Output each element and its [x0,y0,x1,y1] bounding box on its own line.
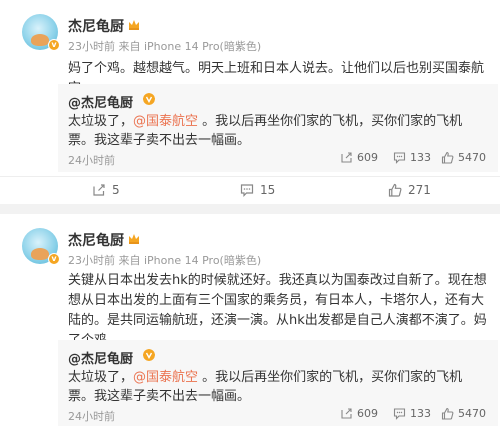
weibo-post-1: v 杰尼龟厨 23小时前 来自 iPhone 14 Pro(暗紫色) 妈了个鸡。… [0,0,500,204]
quoted-share-button[interactable]: 609 [340,407,378,420]
divider [0,176,500,177]
weibo-post-2: v 杰尼龟厨 23小时前 来自 iPhone 14 Pro(暗紫色) 关键从日本… [0,214,500,429]
quoted-author[interactable]: @杰尼龟厨 [68,348,133,367]
crown-icon [129,234,139,244]
thumb-up-icon [441,151,454,164]
crown-icon [129,20,139,30]
quoted-comment-button[interactable]: 133 [393,407,431,420]
quoted-like-button[interactable]: 5470 [441,407,486,420]
quoted-time: 24小时前 [68,154,115,167]
comment-icon [393,408,406,420]
post-meta: 23小时前 来自 iPhone 14 Pro(暗紫色) [68,40,262,53]
share-icon [341,408,352,419]
quoted-comment-button[interactable]: 133 [393,151,431,164]
author-name[interactable]: 杰尼龟厨 [68,16,124,36]
quoted-post[interactable]: @杰尼龟厨 太垃圾了，@国泰航空 。我以后再坐你们家的飞机，买你们家的飞机票。我… [58,340,498,426]
quoted-author[interactable]: @杰尼龟厨 [68,92,133,111]
quoted-share-button[interactable]: 609 [340,151,378,164]
quoted-text: 太垃圾了，@国泰航空 。我以后再坐你们家的飞机，买你们家的飞机票。我这辈子卖不出… [68,370,463,404]
author-name[interactable]: 杰尼龟厨 [68,230,124,250]
verified-badge-icon: v [48,253,60,265]
quoted-time: 24小时前 [68,410,115,423]
verified-badge-icon: v [48,39,60,51]
mention-link[interactable]: @国泰航空 [133,114,198,129]
comment-icon [240,184,254,197]
share-icon [93,184,105,196]
comment-button[interactable]: 15 [240,183,275,197]
like-button[interactable]: 271 [388,183,431,197]
post-meta: 23小时前 来自 iPhone 14 Pro(暗紫色) [68,254,262,267]
mention-link[interactable]: @国泰航空 [133,370,198,385]
quoted-text: 太垃圾了，@国泰航空 。我以后再坐你们家的飞机，买你们家的飞机票。我这辈子卖不出… [68,114,463,148]
share-icon [341,152,352,163]
verified-badge-icon [143,93,155,105]
comment-icon [393,152,406,164]
post-text: 关键从日本出发去hk的时候就还好。我还真以为国泰改过自新了。现在想想从日本出发的… [68,273,487,348]
thumb-up-icon [441,407,454,420]
verified-badge-icon [143,349,155,361]
thumb-up-icon [388,183,402,197]
share-button[interactable]: 5 [92,183,120,197]
quoted-like-button[interactable]: 5470 [441,151,486,164]
quoted-post[interactable]: @杰尼龟厨 太垃圾了，@国泰航空 。我以后再坐你们家的飞机，买你们家的飞机票。我… [58,84,498,172]
